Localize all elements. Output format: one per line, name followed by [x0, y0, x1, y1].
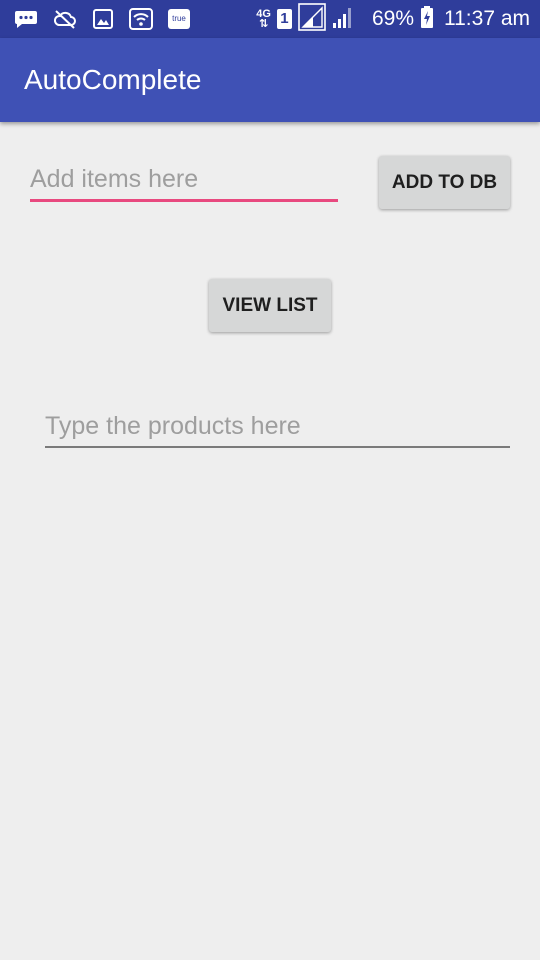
view-list-button[interactable]: VIEW LIST: [209, 279, 331, 332]
signal-sim2-icon: [332, 5, 354, 34]
sim-slot-badge: 1: [276, 9, 292, 29]
notification-icons: true: [14, 8, 205, 30]
system-indicators: 4G ⇅ 1 69% 11:37 am: [250, 2, 530, 36]
message-icon: [14, 8, 38, 30]
image-icon: [92, 8, 114, 30]
add-to-db-button[interactable]: ADD TO DB: [379, 156, 510, 209]
network-type-indicator: 4G ⇅: [256, 9, 271, 30]
app-bar: AutoComplete: [0, 38, 540, 122]
status-bar: true 4G ⇅ 1 69% 11:37 am: [0, 0, 540, 38]
battery-charging-icon: [420, 5, 434, 34]
wifi-icon: [129, 8, 153, 30]
add-items-input[interactable]: [30, 160, 338, 202]
products-autocomplete-input[interactable]: [45, 406, 510, 448]
true-app-icon: true: [168, 9, 190, 29]
data-arrows-icon: ⇅: [259, 18, 269, 30]
signal-sim1-icon: [298, 2, 326, 36]
battery-percent: 69%: [371, 7, 414, 30]
cloud-off-icon: [53, 8, 77, 30]
clock: 11:37 am: [444, 7, 530, 30]
page-title: AutoComplete: [24, 64, 202, 95]
